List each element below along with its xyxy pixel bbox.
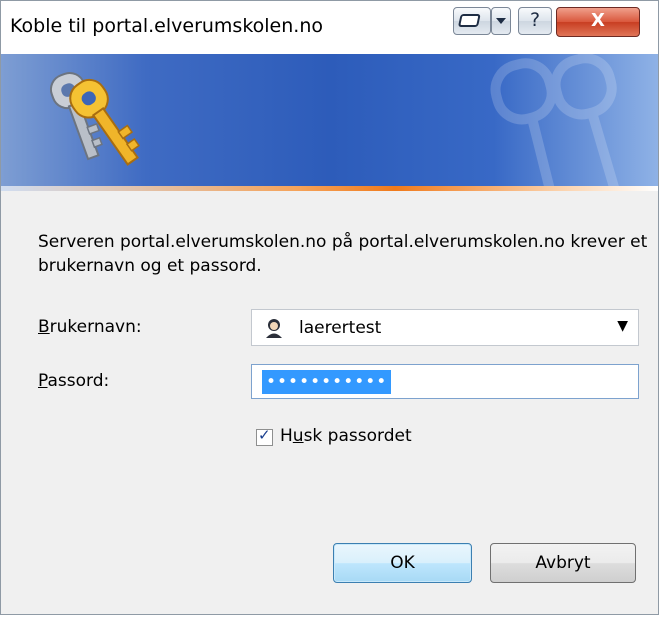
cancel-button[interactable]: Avbryt xyxy=(490,543,636,583)
username-value: laerertest xyxy=(299,318,382,338)
header-banner xyxy=(1,54,658,186)
chevron-down-icon xyxy=(496,18,506,24)
keys-icon xyxy=(49,71,140,166)
remember-label-accel: u xyxy=(292,426,304,446)
remember-password-checkbox[interactable]: ✓ xyxy=(256,426,273,446)
dropdown-arrow-icon[interactable]: ▼ xyxy=(617,318,628,334)
keys-watermark-icon xyxy=(490,54,619,186)
username-label: Brukernavn: xyxy=(38,317,142,337)
window-menu-button[interactable] xyxy=(491,7,511,35)
remember-password-label[interactable]: Husk passordet xyxy=(280,426,412,446)
window-title: Koble til portal.elverumskolen.no xyxy=(10,15,323,37)
help-icon: ? xyxy=(529,9,541,31)
close-icon: X xyxy=(591,10,605,31)
credential-dialog: Koble til portal.elverumskolen.no ? X xyxy=(0,0,659,615)
password-label-accel: P xyxy=(38,371,48,391)
remember-label-pre: H xyxy=(280,426,293,446)
password-value: ••••••••••• xyxy=(262,370,392,394)
password-label-rest: assord: xyxy=(47,371,110,391)
window-switch-button[interactable] xyxy=(453,7,491,35)
help-button[interactable]: ? xyxy=(518,7,552,35)
password-input[interactable]: ••••••••••• xyxy=(251,364,639,399)
ok-button[interactable]: OK xyxy=(333,543,472,583)
username-combobox[interactable]: laerertest ▼ xyxy=(251,309,639,346)
server-message: Serveren portal.elverumskolen.no på port… xyxy=(38,232,648,276)
username-label-rest: rukernavn: xyxy=(49,317,142,337)
password-label: Passord: xyxy=(38,371,109,391)
username-label-accel: B xyxy=(38,317,50,337)
close-button[interactable]: X xyxy=(556,7,640,37)
user-icon xyxy=(264,318,284,338)
window-switch-icon xyxy=(458,14,481,27)
checkmark-icon: ✓ xyxy=(258,426,271,444)
title-bar[interactable]: Koble til portal.elverumskolen.no ? X xyxy=(1,1,658,54)
remember-label-rest: sk passordet xyxy=(303,426,412,446)
